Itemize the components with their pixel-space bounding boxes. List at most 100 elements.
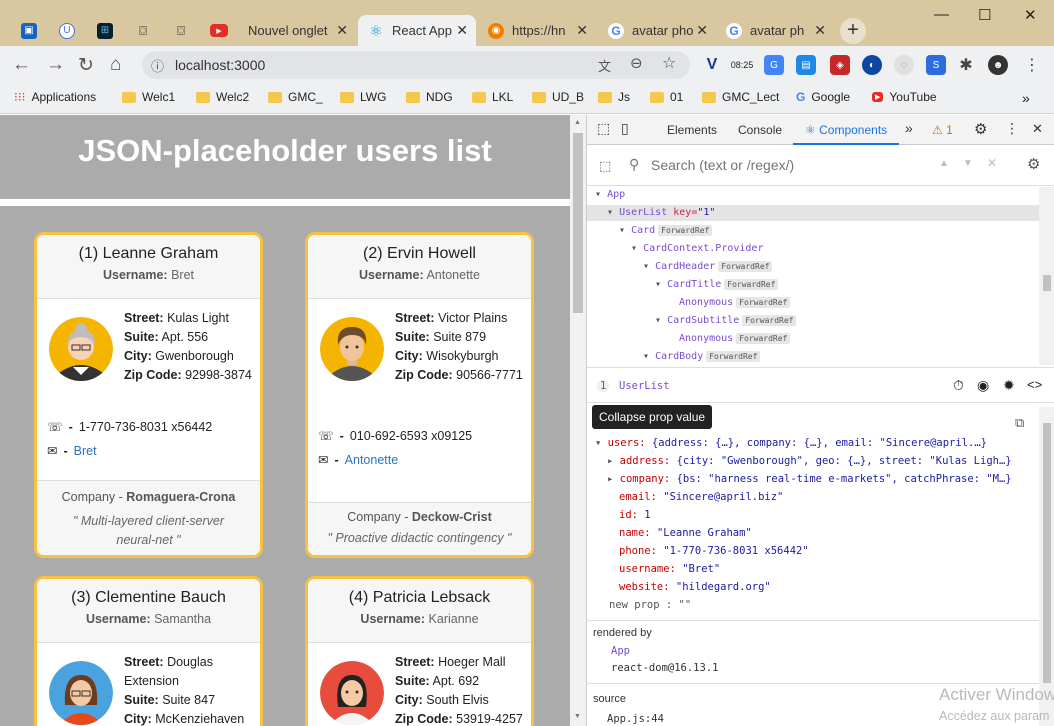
tree-scrollbar[interactable] bbox=[1039, 187, 1054, 365]
translate-extension-icon[interactable]: G bbox=[764, 55, 784, 75]
s-extension-icon[interactable]: S bbox=[926, 55, 946, 75]
profile-avatar-icon[interactable]: ☻ bbox=[988, 55, 1008, 75]
scroll-up-icon[interactable]: ▲ bbox=[574, 119, 581, 126]
tree-node-anonymous[interactable]: Anonymous ForwardRef bbox=[679, 333, 791, 344]
pinned-tab-1[interactable]: ▣ bbox=[14, 15, 44, 46]
new-prop-value[interactable]: : "" bbox=[666, 599, 691, 611]
pinned-tab-youtube[interactable]: ▶ bbox=[204, 15, 234, 46]
devtools-menu-icon[interactable]: ⋮ bbox=[1005, 120, 1019, 137]
minimize-icon[interactable]: — bbox=[934, 6, 949, 23]
bug-icon[interactable]: ✹ bbox=[1003, 377, 1015, 394]
bookmark-google[interactable]: G Google bbox=[796, 90, 850, 104]
tree-node-card[interactable]: ▾ Card ForwardRef bbox=[619, 225, 713, 236]
close-tab-icon[interactable]: ✕ bbox=[576, 22, 588, 39]
info-icon[interactable]: ⓘ bbox=[151, 56, 164, 75]
bookmark-folder[interactable]: NDG bbox=[406, 90, 453, 104]
vuejs-extension-icon[interactable]: V bbox=[702, 55, 722, 75]
eye-icon[interactable]: ◉ bbox=[977, 377, 989, 394]
prop-username[interactable]: username: "Bret" bbox=[619, 563, 720, 575]
settings-gear-icon[interactable]: ⚙ bbox=[974, 120, 987, 138]
tree-node-cardbody[interactable]: ▾ CardBody ForwardRef bbox=[643, 351, 761, 362]
tab-elements[interactable]: Elements bbox=[667, 123, 717, 137]
new-prop-label[interactable]: new prop bbox=[609, 599, 660, 611]
speed-extension-icon[interactable]: ◐ bbox=[862, 55, 882, 75]
prop-users[interactable]: ▾ users: {address: {…}, company: {…}, em… bbox=[595, 437, 987, 449]
tab-console[interactable]: Console bbox=[738, 123, 782, 137]
pinned-tab-3[interactable]: ⊞ bbox=[90, 15, 120, 46]
more-tabs-icon[interactable]: » bbox=[905, 120, 913, 136]
maximize-icon[interactable]: ☐ bbox=[978, 6, 991, 24]
source-code-icon[interactable]: <> bbox=[1027, 377, 1042, 392]
bookmark-applications[interactable]: ⁝⁝⁝ Applications bbox=[14, 90, 96, 104]
bookmark-folder[interactable]: GMC_Lect bbox=[702, 90, 779, 104]
gray-extension-icon[interactable]: ◌ bbox=[894, 55, 914, 75]
forward-icon[interactable]: → bbox=[46, 54, 65, 76]
tab-components[interactable]: ⚛ Components bbox=[805, 123, 887, 137]
tree-node-userlist[interactable]: ▾ UserList key="1" bbox=[607, 207, 715, 218]
close-tab-icon[interactable]: ✕ bbox=[336, 22, 348, 39]
bookmark-youtube[interactable]: ▶ YouTube bbox=[872, 90, 937, 104]
bookmark-folder[interactable]: UD_B bbox=[532, 90, 584, 104]
bookmark-folder[interactable]: Welc2 bbox=[196, 90, 249, 104]
next-result-icon[interactable]: ▼ bbox=[963, 158, 973, 169]
scrollbar-thumb[interactable] bbox=[573, 133, 583, 313]
bookmark-folder[interactable]: 01 bbox=[650, 90, 683, 104]
prev-result-icon[interactable]: ▲ bbox=[939, 158, 949, 169]
prop-address[interactable]: ▸ address: {city: "Gwenborough", geo: {…… bbox=[607, 455, 1012, 467]
reload-icon[interactable]: ↻ bbox=[78, 54, 94, 77]
tab-nouvel-onglet[interactable]: Nouvel onglet ✕ bbox=[238, 15, 356, 46]
translate-icon[interactable]: 文 bbox=[598, 56, 611, 75]
new-prop-row[interactable]: new prop : "" bbox=[609, 599, 691, 611]
prop-value[interactable]: "Bret" bbox=[682, 563, 720, 575]
prop-id[interactable]: id: 1 bbox=[619, 509, 651, 521]
clear-search-icon[interactable]: ✕ bbox=[987, 156, 997, 170]
tab-avatar-2[interactable]: G avatar ph ✕ bbox=[716, 15, 834, 46]
website-link[interactable]: Antonette bbox=[345, 453, 399, 467]
close-devtools-icon[interactable]: ✕ bbox=[1032, 121, 1043, 137]
tree-node-app[interactable]: ▾ App bbox=[595, 189, 625, 200]
bookmark-folder[interactable]: Js bbox=[598, 90, 630, 104]
pinned-tab-4[interactable]: ⌼ bbox=[128, 15, 158, 46]
clock-extension-icon[interactable]: 08:25 bbox=[731, 55, 754, 75]
component-search-input[interactable] bbox=[651, 154, 921, 176]
tree-node-provider[interactable]: ▾ CardContext.Provider bbox=[631, 243, 763, 254]
more-bookmarks-icon[interactable]: » bbox=[1022, 90, 1030, 106]
stopwatch-icon[interactable]: ⏱ bbox=[953, 377, 964, 394]
page-scrollbar[interactable]: ▲ ▼ bbox=[570, 115, 586, 726]
props-scrollbar[interactable] bbox=[1039, 407, 1054, 726]
source-location[interactable]: App.js:44 bbox=[607, 713, 664, 725]
window-close-icon[interactable]: ✕ bbox=[1024, 6, 1037, 24]
pinned-tab-5[interactable]: ⌼ bbox=[166, 15, 196, 46]
home-icon[interactable]: ⌂ bbox=[110, 54, 121, 76]
tab-avatar-1[interactable]: G avatar pho ✕ bbox=[598, 15, 716, 46]
device-toolbar-icon[interactable]: ▯ bbox=[621, 120, 629, 137]
prop-phone[interactable]: phone: "1-770-736-8031 x56442" bbox=[619, 545, 809, 557]
prop-value[interactable]: "Sincere@april.biz" bbox=[663, 491, 783, 503]
tree-node-cardheader[interactable]: ▾ CardHeader ForwardRef bbox=[643, 261, 773, 272]
tree-node-cardsubtitle[interactable]: ▾ CardSubtitle ForwardRef bbox=[655, 315, 797, 326]
bookmark-folder[interactable]: LWG bbox=[340, 90, 386, 104]
prop-website[interactable]: website: "hildegard.org" bbox=[619, 581, 771, 593]
tree-node-cardtitle[interactable]: ▾ CardTitle ForwardRef bbox=[655, 279, 779, 290]
back-icon[interactable]: ← bbox=[12, 54, 31, 76]
bookmark-folder[interactable]: LKL bbox=[472, 90, 513, 104]
zoom-icon[interactable]: ⊖ bbox=[630, 54, 643, 72]
prop-value[interactable]: "hildegard.org" bbox=[676, 581, 771, 593]
prop-company[interactable]: ▸ company: {bs: "harness real-time e-mar… bbox=[607, 473, 1012, 485]
url-text[interactable]: localhost:3000 bbox=[175, 57, 265, 73]
bookmark-folder[interactable]: GMC_ bbox=[268, 90, 323, 104]
scrollbar-thumb[interactable] bbox=[1043, 423, 1051, 683]
scroll-down-icon[interactable]: ▼ bbox=[574, 713, 581, 720]
close-tab-icon[interactable]: ✕ bbox=[814, 22, 826, 39]
tab-hn[interactable]: ◉ https://hn ✕ bbox=[478, 15, 596, 46]
select-element-icon[interactable]: ⬚ bbox=[599, 158, 611, 174]
settings-gear-icon[interactable]: ⚙ bbox=[1027, 155, 1040, 173]
docs-extension-icon[interactable]: ▤ bbox=[796, 55, 816, 75]
copy-icon[interactable]: ⧉ bbox=[1015, 415, 1024, 431]
website-link[interactable]: Bret bbox=[74, 444, 97, 458]
pinned-tab-2[interactable]: U bbox=[50, 15, 84, 46]
pattern-extension-icon[interactable]: ◈ bbox=[830, 55, 850, 75]
new-tab-button[interactable]: + bbox=[840, 18, 866, 44]
bookmark-folder[interactable]: Welc1 bbox=[122, 90, 175, 104]
prop-email[interactable]: email: "Sincere@april.biz" bbox=[619, 491, 783, 503]
